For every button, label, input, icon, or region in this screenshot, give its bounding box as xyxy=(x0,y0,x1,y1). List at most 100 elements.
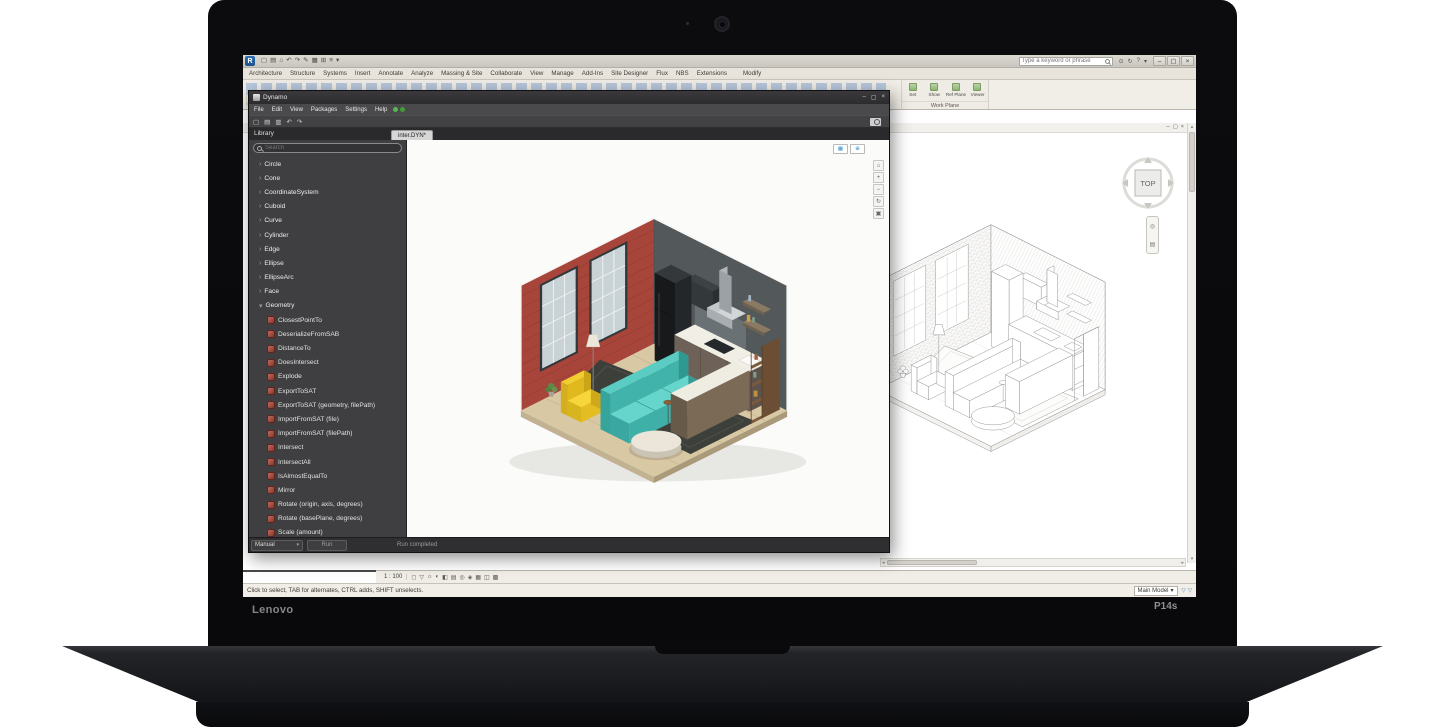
scale-control[interactable]: 1 : 100 xyxy=(380,574,408,580)
library-node[interactable]: DeserializeFromSAB xyxy=(249,327,406,341)
view-control-icon[interactable]: ◻ xyxy=(411,574,416,581)
horizontal-scrollbar[interactable]: ◂ ▸ xyxy=(880,558,1186,567)
toolbar-icon[interactable]: ▥ xyxy=(275,118,281,126)
qat-icon[interactable]: ▾ xyxy=(336,57,339,65)
canvas-nav-icon[interactable]: ▣ xyxy=(873,208,884,219)
ribbon-tab[interactable]: Collaborate xyxy=(486,69,526,79)
view-control-icon[interactable]: ◐ xyxy=(435,574,439,581)
design-option-select[interactable]: Main Model ▾ xyxy=(1133,585,1178,596)
window-button[interactable]: ▢ xyxy=(871,94,877,101)
work-plane-button[interactable]: Set xyxy=(902,80,923,101)
library-node[interactable]: ImportFromSAT (file) xyxy=(249,412,406,426)
ribbon-tab[interactable]: Manage xyxy=(547,69,577,79)
toolbar-icon[interactable]: ▤ xyxy=(264,118,270,126)
run-mode-select[interactable]: Manual ▾ xyxy=(251,539,303,551)
library-category[interactable]: › EllipseArc xyxy=(249,271,406,285)
work-plane-button[interactable]: Ref Plane xyxy=(945,80,967,101)
library-category[interactable]: › Circle xyxy=(249,157,406,171)
library-node[interactable]: DoesIntersect xyxy=(249,356,406,370)
preview-view-icon[interactable]: ▦ xyxy=(833,144,848,154)
titlebar-search[interactable] xyxy=(1018,56,1113,66)
ribbon-tab[interactable]: Extensions xyxy=(693,69,731,79)
qat-icon[interactable]: ≡ xyxy=(329,57,333,65)
library-category[interactable]: › Cone xyxy=(249,171,406,185)
navigation-icon[interactable]: ▤ xyxy=(1150,241,1156,248)
view-control-icon[interactable]: ◫ xyxy=(484,574,490,581)
run-button[interactable]: Run xyxy=(307,539,347,551)
qat-icon[interactable]: ⌂ xyxy=(279,57,283,65)
menu-item[interactable]: Settings xyxy=(345,107,367,113)
canvas-nav-icon[interactable]: ↻ xyxy=(873,196,884,207)
library-node[interactable]: Mirror xyxy=(249,483,406,497)
account-icon[interactable]: ▾ xyxy=(1144,58,1147,65)
library-node[interactable]: Intersect xyxy=(249,441,406,455)
view-control-icon[interactable]: ▦ xyxy=(475,574,481,581)
ribbon-tab[interactable]: Site Designer xyxy=(607,69,652,79)
qat-icon[interactable]: ↶ xyxy=(286,57,291,65)
work-plane-button[interactable]: Viewer xyxy=(967,80,988,101)
library-node[interactable]: Rotate (basePlane, degrees) xyxy=(249,512,406,526)
window-button[interactable]: – xyxy=(862,94,865,101)
library-search-input[interactable] xyxy=(265,145,398,151)
toolbar-icon[interactable]: ▢ xyxy=(253,118,259,126)
view-window-button[interactable]: – xyxy=(1167,124,1170,130)
account-icon[interactable]: ↻ xyxy=(1128,58,1133,65)
library-node[interactable]: ExportToSAT (geometry, filePath) xyxy=(249,398,406,412)
view-control-icon[interactable]: ▤ xyxy=(451,574,457,581)
scroll-right-icon[interactable]: ▸ xyxy=(1181,560,1184,566)
library-node[interactable]: ExportToSAT xyxy=(249,384,406,398)
ribbon-tab[interactable]: Add-Ins xyxy=(578,69,607,79)
scrollbar-thumb[interactable] xyxy=(1189,132,1195,192)
qat-icon[interactable]: ↷ xyxy=(295,57,300,65)
ribbon-tab[interactable]: Architecture xyxy=(245,69,286,79)
view-window-button[interactable]: ▢ xyxy=(1173,124,1178,130)
window-button[interactable]: × xyxy=(881,94,885,101)
library-category[interactable]: › Ellipse xyxy=(249,256,406,270)
scroll-down-icon[interactable]: ▾ xyxy=(1191,556,1194,562)
toolbar-icon[interactable]: ↶ xyxy=(286,118,291,126)
ribbon-tab[interactable]: Insert xyxy=(351,69,374,79)
preview-view-icon[interactable]: ⊕ xyxy=(850,144,865,154)
filter-icon[interactable]: ▽ xyxy=(1182,588,1186,594)
library-node[interactable]: Rotate (origin, axis, degrees) xyxy=(249,498,406,512)
ribbon-tab[interactable]: Systems xyxy=(319,69,351,79)
library-node[interactable]: DistanceTo xyxy=(249,341,406,355)
scroll-up-icon[interactable]: ▴ xyxy=(1191,124,1194,130)
library-node[interactable]: ImportFromSAT (filePath) xyxy=(249,427,406,441)
navigation-bar[interactable]: ◎ ▤ xyxy=(1146,216,1159,254)
ribbon-tab[interactable]: Structure xyxy=(286,69,319,79)
vertical-scrollbar[interactable]: ▴ ▾ xyxy=(1187,123,1196,563)
search-icon[interactable] xyxy=(1104,58,1110,64)
search-input[interactable] xyxy=(1021,58,1103,64)
ribbon-tab[interactable]: NBS xyxy=(672,69,693,79)
account-icon[interactable]: ? xyxy=(1137,58,1140,65)
library-category-expanded[interactable]: ▾ Geometry xyxy=(249,299,406,313)
window-button[interactable]: × xyxy=(1181,56,1194,66)
view-control-icon[interactable]: ▩ xyxy=(493,574,499,581)
account-toolbar[interactable]: ⊙ ↻? ▾ xyxy=(1119,58,1147,65)
library-node[interactable]: IsAlmostEqualTo xyxy=(249,469,406,483)
library-node[interactable]: IntersectAll xyxy=(249,455,406,469)
toolbar-icon[interactable]: ↷ xyxy=(297,118,302,126)
qat-icon[interactable]: ▤ xyxy=(270,57,276,65)
ribbon-tab[interactable]: Massing & Site xyxy=(437,69,486,79)
view-control-icon[interactable]: ☼ xyxy=(427,574,433,581)
menu-item[interactable]: File xyxy=(254,107,264,113)
window-button[interactable]: – xyxy=(1153,56,1166,66)
view-control-icon[interactable]: ◧ xyxy=(442,574,448,581)
ribbon-tab[interactable]: Annotate xyxy=(374,69,407,79)
view-control-icon[interactable]: ▽ xyxy=(419,574,424,581)
view-control-icon[interactable]: ◎ xyxy=(459,574,464,581)
canvas-nav-icon[interactable]: − xyxy=(873,184,884,195)
viewcube[interactable]: TOP xyxy=(1121,156,1175,210)
library-category[interactable]: › CoordinateSystem xyxy=(249,185,406,199)
menu-item[interactable]: View xyxy=(290,107,303,113)
canvas-nav-icon[interactable]: + xyxy=(873,172,884,183)
quick-access-toolbar[interactable]: ▢ ▤ ⌂ ↶ ↷ ✎ ▦ ⊞ ≡ ▾ xyxy=(261,57,339,65)
scrollbar-thumb[interactable] xyxy=(886,560,977,565)
window-button[interactable]: ▢ xyxy=(1167,56,1180,66)
library-node[interactable]: Scale (amount) xyxy=(249,526,406,537)
library-category[interactable]: › Edge xyxy=(249,242,406,256)
workspace-tab[interactable]: inter.DYN* xyxy=(391,130,434,140)
navigation-icon[interactable]: ◎ xyxy=(1150,223,1155,230)
